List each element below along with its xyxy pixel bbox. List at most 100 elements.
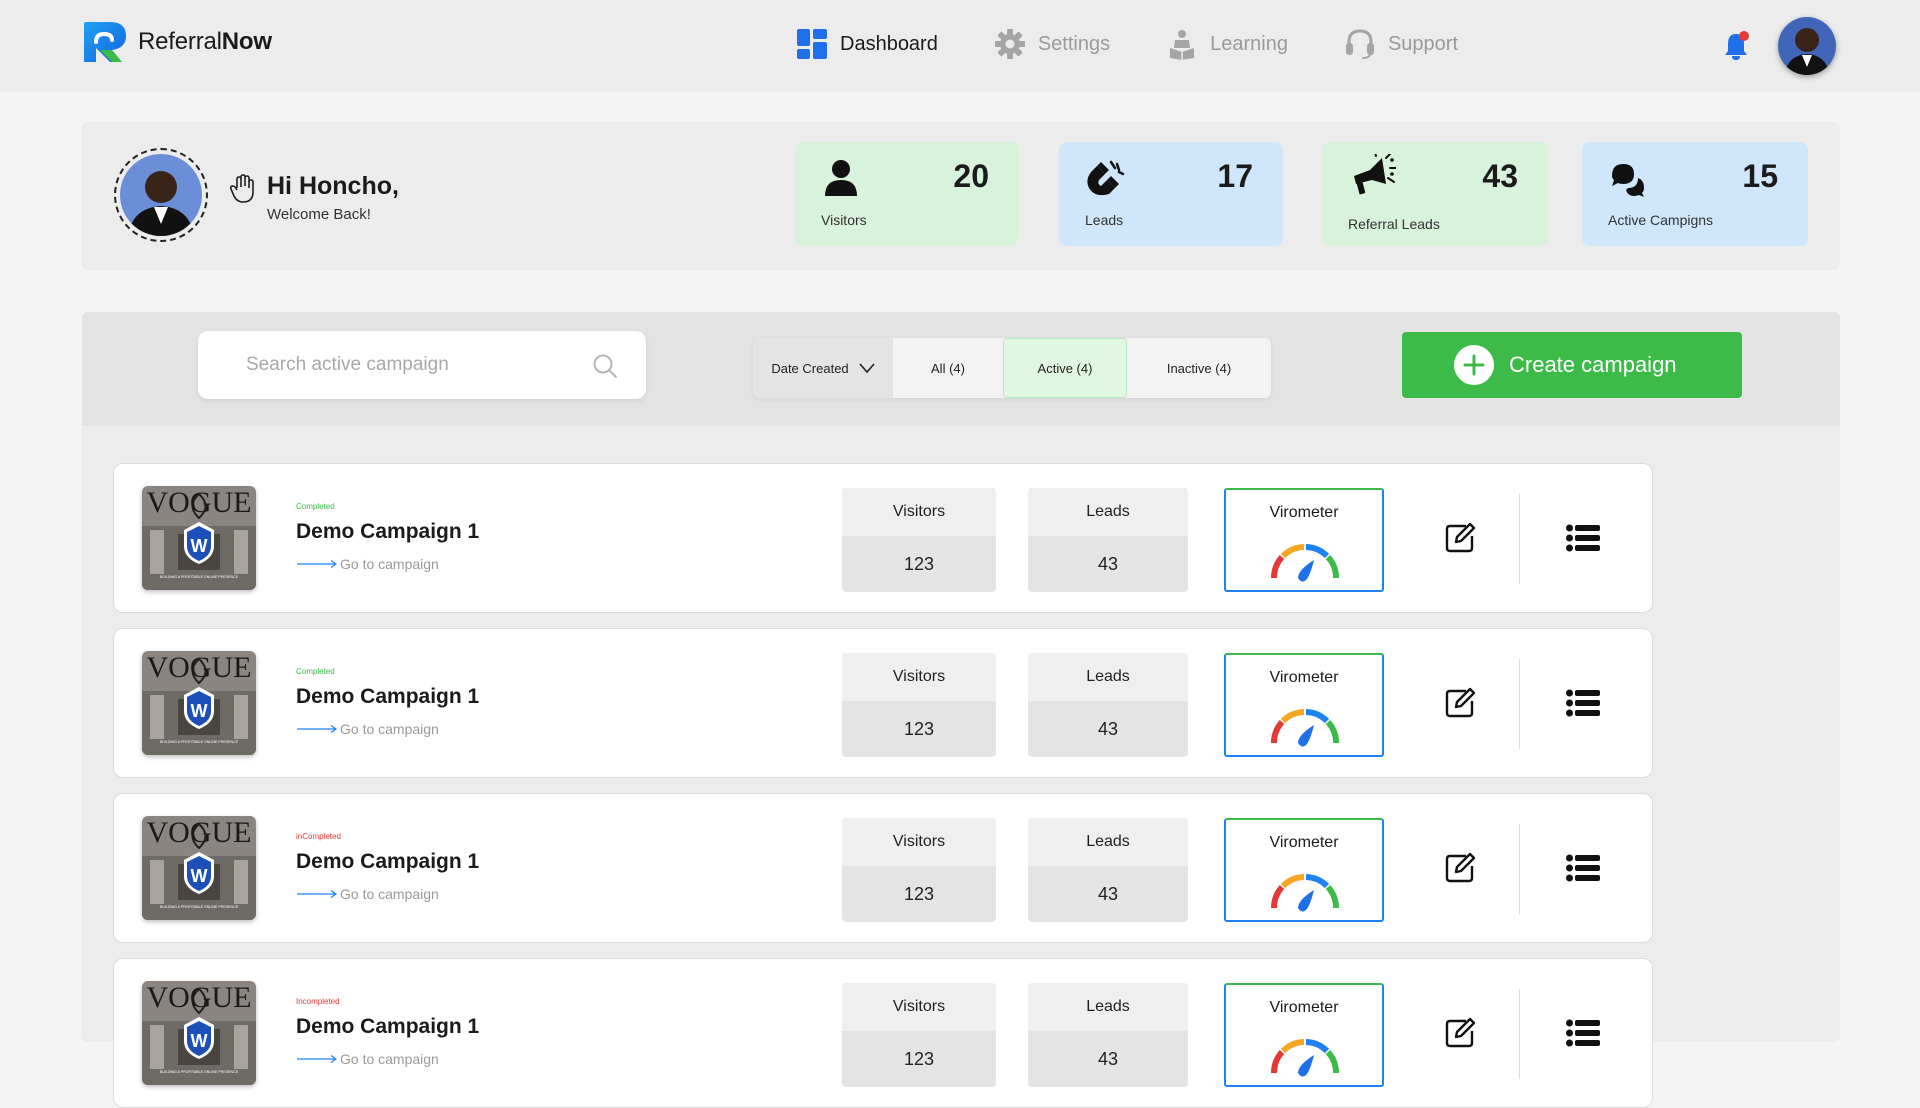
nav-label-learning: Learning (1210, 32, 1288, 55)
megaphone-icon (1354, 154, 1396, 195)
go-to-campaign-link[interactable]: Go to campaign (296, 886, 439, 902)
go-to-campaign-link[interactable]: Go to campaign (296, 721, 439, 737)
edit-icon[interactable] (1444, 687, 1476, 719)
stat-value: 15 (1742, 158, 1778, 194)
nav-item-dashboard[interactable]: Dashboard (796, 28, 938, 60)
campaign-thumbnail[interactable]: VOGUE W BUILDING A PROFITABLE ONLINE PRE… (142, 981, 256, 1085)
visitors-metric-label: Visitors (842, 818, 996, 866)
visitors-metric-value: 123 (903, 718, 935, 739)
list-icon[interactable] (1566, 1019, 1600, 1047)
nav-item-learning[interactable]: Learning (1166, 28, 1288, 60)
leads-metric: Leads 43 (1028, 488, 1188, 592)
visitors-metric-label: Visitors (842, 983, 996, 1031)
campaign-row[interactable]: VOGUE W BUILDING A PROFITABLE ONLINE PRE… (113, 463, 1653, 613)
search-input[interactable] (244, 353, 578, 377)
gauge-icon (1270, 1039, 1340, 1077)
visitors-metric: Visitors 123 (842, 488, 996, 592)
list-icon[interactable] (1566, 524, 1600, 552)
person-icon (825, 160, 857, 196)
stat-value: 20 (953, 158, 989, 194)
thumbnail-badge: W (191, 1031, 208, 1051)
stat-value: 43 (1482, 158, 1518, 194)
list-icon[interactable] (1566, 689, 1600, 717)
campaign-thumbnail[interactable]: VOGUE W BUILDING A PROFITABLE ONLINE PRE… (142, 486, 256, 590)
learning-icon (1166, 28, 1198, 60)
profile-avatar[interactable] (114, 148, 208, 242)
campaign-name: Demo Campaign 1 (296, 850, 480, 873)
tab-active[interactable]: Active (4) (1003, 338, 1127, 398)
nav-label-dashboard: Dashboard (840, 32, 938, 55)
leads-metric: Leads 43 (1028, 818, 1188, 922)
edit-icon[interactable] (1444, 852, 1476, 884)
thumbnail-badge: W (191, 866, 208, 886)
search-box[interactable] (198, 331, 646, 399)
tab-inactive[interactable]: Inactive (4) (1127, 338, 1271, 398)
leads-metric-label: Leads (1028, 818, 1188, 866)
thumbnail-caption: BUILDING A PROFITABLE ONLINE PRESENCE (160, 905, 239, 909)
stat-card-active-campaigns[interactable]: 15 Active Campigns (1582, 142, 1808, 246)
thumbnail-caption: BUILDING A PROFITABLE ONLINE PRESENCE (160, 1070, 239, 1074)
stat-card-visitors[interactable]: 20 Visitors (795, 142, 1019, 246)
leads-metric-value: 43 (1097, 1048, 1119, 1069)
filter-tabs: Date Created All (4) Active (4) Inactive… (753, 338, 1271, 398)
logo-icon (84, 22, 126, 62)
top-navbar: ReferralNow Dashboard Settings Learning … (0, 0, 1920, 92)
campaign-name: Demo Campaign 1 (296, 520, 480, 543)
virometer-card[interactable]: Virometer (1224, 488, 1384, 592)
thumbnail-badge: W (191, 701, 208, 721)
campaign-row[interactable]: VOGUE W BUILDING A PROFITABLE ONLINE PRE… (113, 958, 1653, 1108)
search-icon[interactable] (592, 353, 618, 379)
stat-card-leads[interactable]: 17 Leads (1059, 142, 1283, 246)
nav-item-support[interactable]: Support (1344, 28, 1458, 60)
virometer-card[interactable]: Virometer (1224, 983, 1384, 1087)
campaign-status: Incompleted (296, 997, 340, 1006)
thumbnail-masthead: VOGUE (147, 486, 252, 519)
virometer-card[interactable]: Virometer (1224, 653, 1384, 757)
campaign-status: Completed (296, 667, 335, 676)
leads-metric-value: 43 (1097, 553, 1119, 574)
sort-dropdown[interactable]: Date Created (753, 338, 893, 398)
chevron-down-icon (859, 363, 875, 374)
row-divider (1519, 659, 1520, 749)
notification-dot (1739, 31, 1749, 41)
welcome-summary-panel: Hi Honcho, Welcome Back! 20 Visitors 17 … (82, 122, 1840, 270)
go-to-campaign-link[interactable]: Go to campaign (296, 556, 439, 572)
main-nav: Dashboard Settings Learning Support (796, 28, 1514, 60)
edit-icon[interactable] (1444, 522, 1476, 554)
stat-value: 17 (1217, 158, 1253, 194)
campaign-thumbnail[interactable]: VOGUE W BUILDING A PROFITABLE ONLINE PRE… (142, 651, 256, 755)
go-to-campaign-label: Go to campaign (340, 886, 439, 902)
gear-icon (994, 28, 1026, 60)
nav-label-support: Support (1387, 32, 1459, 55)
visitors-metric-value: 123 (903, 1048, 935, 1069)
thumbnail-badge: W (191, 536, 208, 556)
visitors-metric-label: Visitors (842, 653, 996, 701)
visitors-metric: Visitors 123 (842, 818, 996, 922)
gauge-icon (1270, 544, 1340, 582)
leads-metric-label: Leads (1028, 488, 1188, 536)
stat-label: Visitors (821, 212, 867, 228)
campaign-status: Completed (296, 502, 335, 511)
notification-bell-icon[interactable] (1720, 30, 1752, 62)
virometer-label: Virometer (1269, 669, 1339, 686)
waving-hand-icon (230, 174, 254, 203)
chat-bubbles-icon (1612, 164, 1644, 197)
nav-item-settings[interactable]: Settings (994, 28, 1110, 60)
stat-label: Referral Leads (1348, 216, 1440, 232)
campaign-name: Demo Campaign 1 (296, 685, 480, 708)
stat-card-referral-leads[interactable]: 43 Referral Leads (1322, 142, 1548, 246)
go-to-campaign-link[interactable]: Go to campaign (296, 1051, 439, 1067)
campaign-row[interactable]: VOGUE W BUILDING A PROFITABLE ONLINE PRE… (113, 628, 1653, 778)
campaign-row[interactable]: VOGUE W BUILDING A PROFITABLE ONLINE PRE… (113, 793, 1653, 943)
list-icon[interactable] (1566, 854, 1600, 882)
virometer-card[interactable]: Virometer (1224, 818, 1384, 922)
user-avatar[interactable] (1778, 17, 1836, 75)
virometer-label: Virometer (1269, 999, 1339, 1016)
brand-name: ReferralNow (138, 28, 272, 55)
brand-logo[interactable]: ReferralNow (82, 20, 272, 64)
tab-all[interactable]: All (4) (893, 338, 1003, 398)
campaign-thumbnail[interactable]: VOGUE W BUILDING A PROFITABLE ONLINE PRE… (142, 816, 256, 920)
edit-icon[interactable] (1444, 1017, 1476, 1049)
headset-icon (1344, 28, 1376, 60)
create-campaign-button[interactable]: Create campaign (1402, 332, 1742, 398)
